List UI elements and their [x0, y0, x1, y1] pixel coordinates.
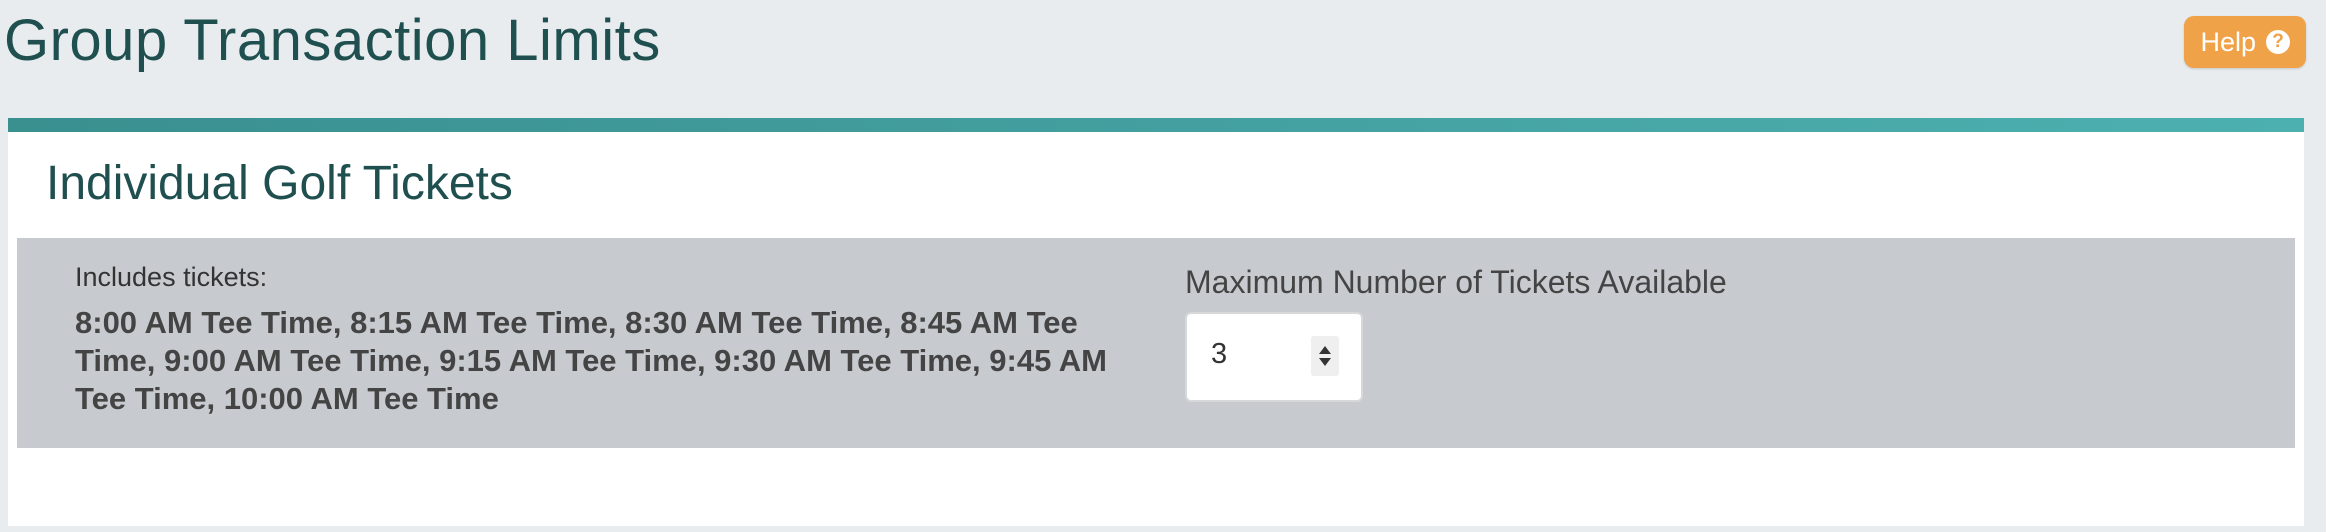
- ticket-limit-panel: Individual Golf Tickets Includes tickets…: [8, 118, 2304, 526]
- panel-title: Individual Golf Tickets: [46, 157, 513, 210]
- includes-list: 8:00 AM Tee Time, 8:15 AM Tee Time, 8:30…: [75, 305, 1107, 416]
- max-tickets-input[interactable]: 3: [1185, 312, 1363, 402]
- max-tickets-label: Maximum Number of Tickets Available: [1185, 264, 1727, 300]
- quantity-stepper[interactable]: [1311, 336, 1339, 376]
- increment-arrow-icon[interactable]: [1319, 346, 1331, 354]
- help-button[interactable]: Help ?: [2184, 16, 2306, 68]
- question-circle-icon: ?: [2266, 30, 2290, 54]
- help-label: Help: [2200, 26, 2256, 57]
- max-tickets-value[interactable]: 3: [1211, 338, 1227, 371]
- includes-label: Includes tickets:: [75, 262, 268, 292]
- ticket-info-band: Includes tickets: 8:00 AM Tee Time, 8:15…: [17, 238, 2295, 448]
- decrement-arrow-icon[interactable]: [1319, 358, 1331, 366]
- page-title: Group Transaction Limits: [4, 8, 661, 73]
